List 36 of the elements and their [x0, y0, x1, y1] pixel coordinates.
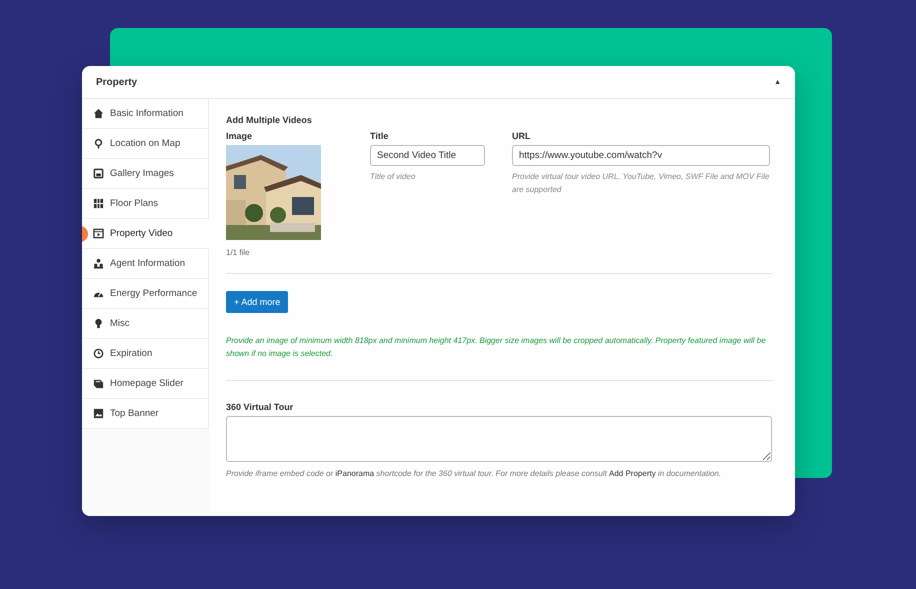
sidebar-item[interactable]: Agent Information	[82, 249, 209, 279]
title-field[interactable]: Second Video Title	[370, 145, 485, 166]
sidebar-item[interactable]: Floor Plans	[82, 189, 209, 219]
map-pin-icon	[93, 138, 104, 149]
url-field[interactable]: https://www.youtube.com/watch?v	[512, 145, 770, 166]
people-icon	[93, 258, 104, 269]
file-count: 1/1 file	[226, 248, 251, 257]
field-hint: Title of video	[370, 171, 416, 183]
image-notice: Provide an image of minimum width 818px and minimum height 417px. Bigger size images will be cropped automatically. Property featured image will be shown if no image is selected.	[226, 335, 767, 360]
sidebar-item[interactable]: Top Banner	[82, 399, 209, 429]
field-hint: Provide iframe embed code or iPanorama shortcode for the 360 virtual tour. For more details please consult Add Property in documentation.	[226, 468, 722, 480]
document-icon	[93, 378, 104, 389]
column-label: Title	[370, 131, 390, 141]
sidebar-item[interactable]: Location on Map	[82, 129, 209, 159]
sidebar-item[interactable]: Basic Information	[82, 99, 209, 129]
grid-icon	[93, 198, 104, 209]
sidebar-item[interactable]: Expiration	[82, 339, 209, 369]
section-heading: Add Multiple Videos	[226, 115, 313, 125]
column-label: Image	[226, 131, 254, 141]
sidebar-item[interactable]: Misc	[82, 309, 209, 339]
panel-title: Property	[96, 76, 138, 88]
column-label: URL	[512, 131, 532, 141]
field-label: 360 Virtual Tour	[226, 402, 294, 412]
virtual-tour-field[interactable]	[226, 416, 772, 462]
sidebar-item[interactable]: Property Video	[82, 219, 209, 249]
sidebar-item[interactable]: Gallery Images	[82, 159, 209, 189]
sidebar-item[interactable]: Energy Performance	[82, 279, 209, 309]
field-hint: Provide virtual tour video URL. YouTube, Vimeo, SWF File and MOV File are supported	[512, 171, 770, 196]
clock-icon	[93, 348, 104, 359]
sidebar-item[interactable]: Homepage Slider	[82, 369, 209, 399]
add-more-button[interactable]: + Add more	[226, 291, 288, 313]
bulb-icon	[93, 318, 104, 329]
image-icon	[93, 168, 104, 179]
house-icon	[93, 108, 104, 119]
video-icon	[93, 228, 104, 239]
image-icon	[93, 408, 104, 419]
